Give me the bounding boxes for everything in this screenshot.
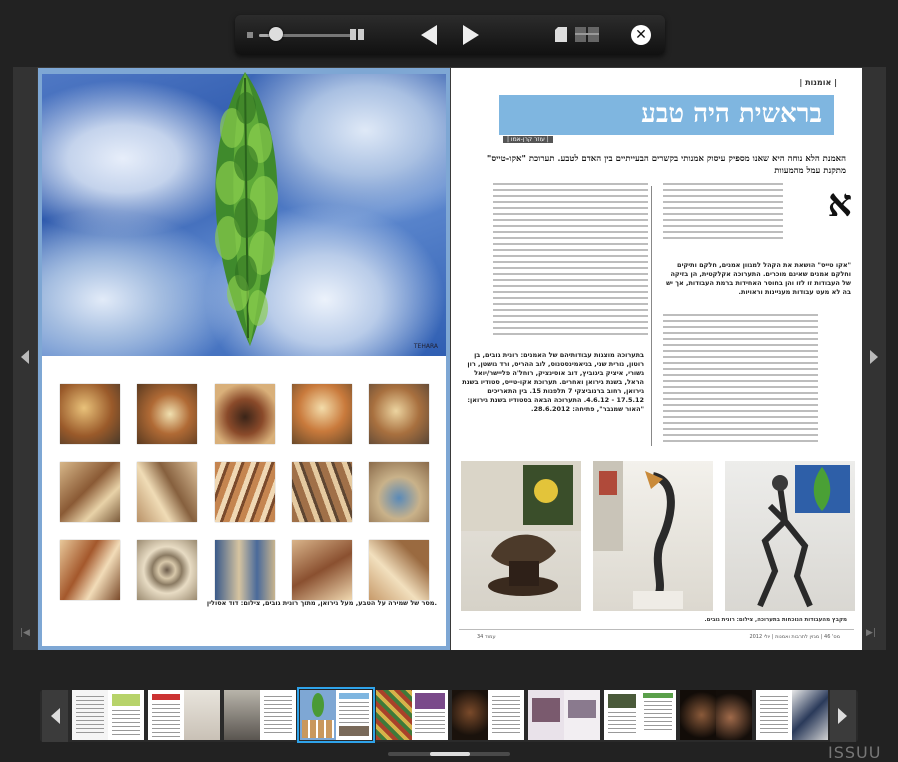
sculpture-photo xyxy=(461,461,581,611)
sculpture-illustration xyxy=(461,461,581,596)
text-column-right xyxy=(663,183,818,243)
chevron-left-icon[interactable] xyxy=(21,350,29,364)
left-page-caption: מסר של שמירה על הטבע, מעל גירואן, מתוך ר… xyxy=(206,599,437,607)
zoom-slider-knob[interactable] xyxy=(269,27,284,41)
column-divider xyxy=(651,186,652,446)
close-icon[interactable]: ✕ xyxy=(631,25,651,45)
text-column-left xyxy=(493,183,648,339)
right-page[interactable]: | אומנות | בראשית היה טבע | עוזר קרן-אמו… xyxy=(451,68,862,650)
page-thumbnail[interactable] xyxy=(528,690,600,740)
artwork-grid: מסר של שמירה על הטבע, מעל גירואן, מתוך ר… xyxy=(42,356,446,646)
page-thumbnail[interactable] xyxy=(148,690,220,740)
page-thumbnail-active[interactable] xyxy=(297,687,375,743)
section-label: | אומנות | xyxy=(799,78,837,87)
issuu-logo: ISSUU xyxy=(828,743,882,762)
artwork-tile xyxy=(60,540,120,600)
spread-view-icon[interactable] xyxy=(350,29,364,40)
first-page-icon[interactable]: |◀ xyxy=(20,628,30,638)
chevron-right-icon[interactable] xyxy=(870,350,878,364)
page-thumbnail[interactable] xyxy=(604,690,676,740)
chevron-left-icon[interactable] xyxy=(51,708,60,724)
artwork-tile xyxy=(369,384,429,444)
leaf-painting-image: TEHARA xyxy=(42,72,446,356)
artwork-tile xyxy=(215,462,275,522)
artwork-tile xyxy=(215,384,275,444)
artwork-tile xyxy=(137,384,197,444)
title-banner: בראשית היה טבע xyxy=(499,95,834,135)
magazine-footer: מס' 46 | מגזין לתרבות ואמנות | יולי 2012 xyxy=(749,634,840,640)
artwork-tile xyxy=(60,462,120,522)
drop-cap-letter: א xyxy=(827,180,852,225)
viewer-toolbar: ✕ xyxy=(235,15,665,55)
left-page[interactable]: TEHARA מסר של שמירה על הטבע, מעל גירואן,… xyxy=(38,68,450,650)
artwork-tile xyxy=(292,462,352,522)
leaf-illustration xyxy=(215,72,278,346)
page-thumbnail[interactable] xyxy=(72,690,144,740)
page-thumbnail[interactable] xyxy=(376,690,448,740)
page-thumbnail[interactable] xyxy=(224,690,296,740)
sculpture-photo xyxy=(593,461,713,611)
right-page-caption: מקבץ מהעבודות הנוכחות בתערוכה, צילום: רו… xyxy=(704,617,847,623)
last-page-icon[interactable]: ▶| xyxy=(866,628,876,638)
text-column-right-body xyxy=(663,314,818,446)
strip-scrollbar-thumb[interactable] xyxy=(430,752,470,756)
author-byline: | עוזר קרן-אמו | xyxy=(503,136,553,143)
previous-page-icon[interactable] xyxy=(417,23,441,47)
column-heading: "אקו טייס" הושאת את הקהל למגוון אמנים, ח… xyxy=(666,261,851,296)
sculpture-illustration xyxy=(757,465,850,608)
footer-rule xyxy=(459,629,854,630)
double-page-icon[interactable] xyxy=(575,27,599,42)
article-subheading: האמנת הלא נוחה היא שאנו מספיק עיסוק אמנו… xyxy=(486,154,846,176)
article-title: בראשית היה טבע xyxy=(641,99,822,129)
chevron-right-icon[interactable] xyxy=(838,708,847,724)
artwork-tile xyxy=(60,384,120,444)
page-thumbnail[interactable] xyxy=(756,690,828,740)
artwork-tile xyxy=(137,462,197,522)
artwork-tile xyxy=(137,540,197,600)
single-page-icon[interactable] xyxy=(555,27,567,42)
artwork-tile xyxy=(215,540,275,600)
sculpture-illustration xyxy=(593,461,683,609)
zoom-out-icon[interactable] xyxy=(247,32,253,38)
artwork-tile xyxy=(292,384,352,444)
next-page-icon[interactable] xyxy=(459,23,483,47)
artist-signature: TEHARA xyxy=(413,343,438,350)
artwork-tile xyxy=(292,540,352,600)
artwork-tile xyxy=(369,540,429,600)
sculpture-photo xyxy=(725,461,855,611)
page-thumbnail[interactable] xyxy=(680,690,752,740)
artwork-tile xyxy=(369,462,429,522)
page-number: עמוד 34 xyxy=(477,634,496,640)
page-thumbnail[interactable] xyxy=(452,690,524,740)
exhibition-info: בתערוכה מוצגות עבודותיהם של האמנים: רוני… xyxy=(462,351,644,413)
